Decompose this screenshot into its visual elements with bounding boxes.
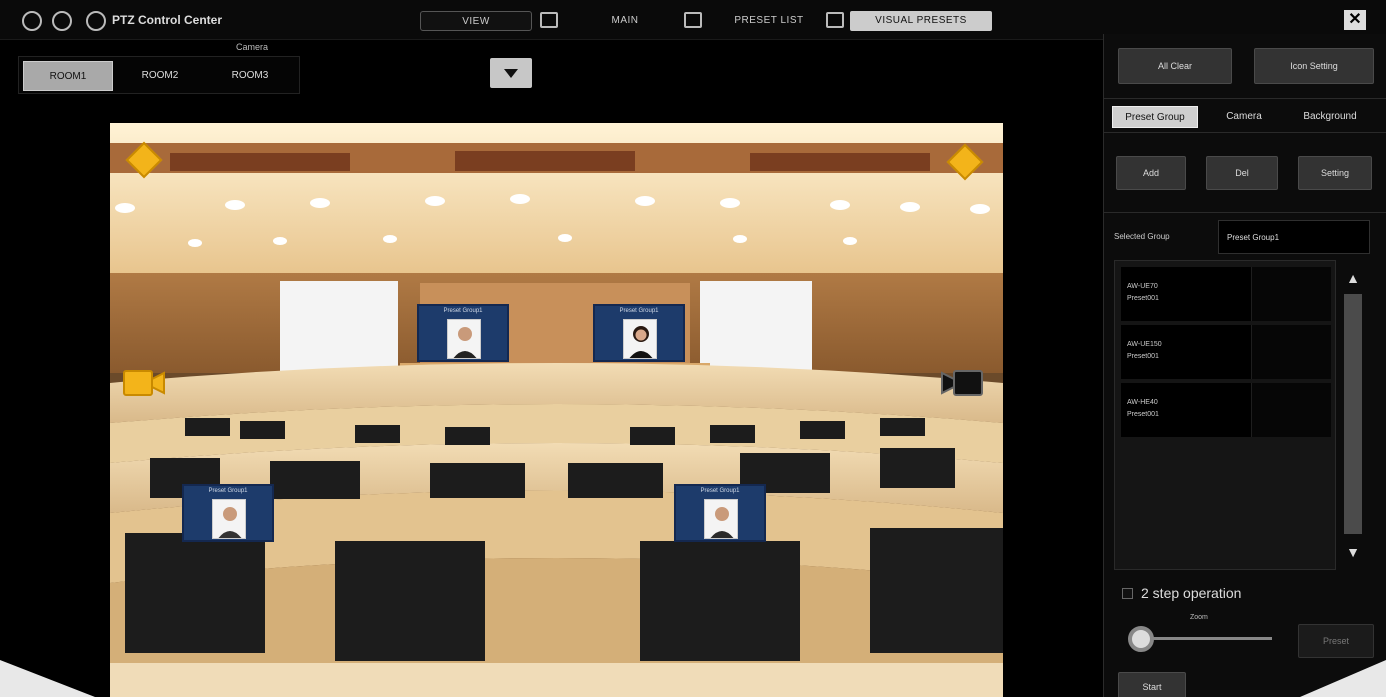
scroll-thumb[interactable] — [1344, 294, 1362, 534]
add-button[interactable]: Add — [1116, 156, 1186, 190]
popout-preset-list-icon[interactable] — [826, 12, 844, 28]
tab-background[interactable]: Background — [1288, 106, 1372, 128]
list-item[interactable]: AW-UE150 Preset001 — [1121, 325, 1331, 379]
tab-preset-list-label: PRESET LIST — [734, 15, 804, 26]
tab-preset-group[interactable]: Preset Group — [1112, 106, 1198, 128]
settings-icon[interactable] — [52, 11, 72, 31]
room-background-image — [110, 123, 1003, 697]
list-item-text: AW-HE40 Preset001 — [1127, 399, 1159, 418]
person-photo — [212, 499, 246, 539]
chevron-down-icon[interactable] — [490, 58, 532, 88]
divider — [1104, 212, 1386, 213]
preset-card-label: Preset Group1 — [208, 488, 248, 494]
zoom-slider-handle[interactable] — [1128, 626, 1154, 652]
shield-icon[interactable] — [22, 11, 42, 31]
room2-button[interactable]: ROOM2 — [115, 61, 205, 91]
preset-thumbnail — [1251, 383, 1331, 437]
preset-card-label: Preset Group1 — [619, 308, 659, 314]
divider — [1104, 132, 1386, 133]
tab-main-label: MAIN — [611, 15, 639, 26]
preset-list: AW-UE70 Preset001 AW-UE150 Preset001 AW-HE… — [1114, 260, 1336, 570]
right-panel: All Clear Icon Setting Preset Group Came… — [1103, 34, 1386, 697]
list-item-text: AW-UE70 Preset001 — [1127, 283, 1159, 302]
scroll-up-icon[interactable]: ▲ — [1340, 266, 1366, 290]
room-selector: ROOM1 ROOM2 ROOM3 — [18, 56, 300, 94]
room3-button[interactable]: ROOM3 — [205, 61, 295, 91]
selected-group-field[interactable]: Preset Group1 — [1218, 220, 1370, 254]
zoom-slider-track[interactable] — [1142, 637, 1272, 640]
divider — [1104, 98, 1386, 99]
tab-camera[interactable]: Camera — [1204, 106, 1284, 128]
popout-main-icon[interactable] — [684, 12, 702, 28]
camera-group-label: Camera — [236, 42, 269, 52]
person-photo — [447, 319, 481, 359]
app-title: PTZ Control Center — [112, 13, 222, 27]
two-step-label: 2 step operation — [1141, 585, 1242, 601]
preset-group-card[interactable]: Preset Group1 — [417, 304, 509, 362]
power-icon[interactable] — [86, 11, 106, 31]
person-photo — [623, 319, 657, 359]
delete-button[interactable]: Del — [1206, 156, 1278, 190]
preset-group-card[interactable]: Preset Group1 — [674, 484, 766, 542]
list-item[interactable]: AW-UE70 Preset001 — [1121, 267, 1331, 321]
list-item[interactable]: AW-HE40 Preset001 — [1121, 383, 1331, 437]
tab-main[interactable]: MAIN — [580, 11, 670, 31]
scroll-down-icon[interactable]: ▼ — [1340, 540, 1366, 564]
start-button[interactable]: Start — [1118, 672, 1186, 697]
preset-thumbnail — [1251, 267, 1331, 321]
preset-button[interactable]: Preset — [1298, 624, 1374, 658]
tab-preset-list[interactable]: PRESET LIST — [716, 11, 822, 31]
selected-group-label: Selected Group — [1114, 232, 1170, 241]
preset-thumbnail — [1251, 325, 1331, 379]
tab-visual-presets[interactable]: VISUAL PRESETS — [850, 11, 992, 31]
preset-group-card[interactable]: Preset Group1 — [182, 484, 274, 542]
preset-card-label: Preset Group1 — [443, 308, 483, 314]
tab-view[interactable]: VIEW — [420, 11, 532, 31]
two-step-checkbox[interactable] — [1122, 588, 1133, 599]
tab-view-label: VIEW — [462, 16, 490, 27]
person-photo — [704, 499, 738, 539]
setting-button[interactable]: Setting — [1298, 156, 1372, 190]
tab-visual-presets-label: VISUAL PRESETS — [875, 15, 967, 26]
close-button[interactable]: ✕ — [1344, 10, 1366, 30]
preset-card-label: Preset Group1 — [700, 488, 740, 494]
app-window: PTZ Control Center VIEW MAIN PRESET LIST… — [0, 0, 1386, 697]
preset-group-card[interactable]: Preset Group1 — [593, 304, 685, 362]
video-camera-icon[interactable] — [940, 369, 984, 397]
visual-preset-view[interactable]: Preset Group1 Preset Group1 Preset Group… — [110, 123, 1003, 697]
room1-button[interactable]: ROOM1 — [23, 61, 113, 91]
scrollbar[interactable]: ▲ ▼ — [1340, 266, 1366, 566]
all-clear-button[interactable]: All Clear — [1118, 48, 1232, 84]
icon-setting-button[interactable]: Icon Setting — [1254, 48, 1374, 84]
list-item-text: AW-UE150 Preset001 — [1127, 341, 1162, 360]
video-camera-icon[interactable] — [122, 369, 166, 397]
zoom-slider-label: Zoom — [1190, 614, 1208, 621]
popout-view-icon[interactable] — [540, 12, 558, 28]
